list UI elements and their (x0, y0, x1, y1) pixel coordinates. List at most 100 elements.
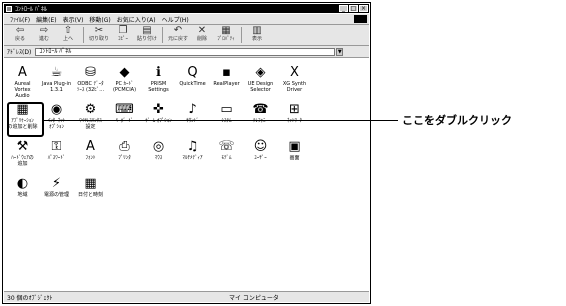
control-panel-item[interactable]: ▭ ｼｽﾃﾑ (210, 101, 243, 133)
address-field[interactable]: ｺﾝﾄﾛｰﾙ ﾊﾟﾈﾙ (35, 47, 336, 56)
users-icon: ☺ (253, 139, 268, 154)
control-panel-item-label: ﾏﾙﾁﾒﾃﾞｨｱ (182, 155, 203, 161)
control-panel-item[interactable]: ◎ ﾏｳｽ (142, 138, 175, 170)
printers-icon: ⎙ (119, 139, 130, 154)
properties-button[interactable]: ▦ ﾌﾟﾛﾊﾟﾃｨ (214, 25, 238, 45)
back-label: 戻る (14, 36, 25, 42)
control-panel-item[interactable]: ◈ UE Design Selector (244, 64, 277, 96)
control-panel-item-label: ﾏｳｽ (154, 155, 163, 161)
control-panel-item-label: ｷｰﾎﾞｰﾄﾞ (115, 118, 134, 124)
address-dropdown-button[interactable]: ▼ (336, 47, 344, 56)
control-panel-item-label: PC ｶｰﾄﾞ (PCMCIA) (112, 81, 137, 93)
copy-icon: ❐ (118, 25, 128, 36)
control-panel-item[interactable]: ⚒ ﾊｰﾄﾞｳｪｱの 追加 (6, 138, 39, 170)
control-panel-item[interactable]: ℹ PRISM Settings (142, 64, 175, 96)
properties-label: ﾌﾟﾛﾊﾟﾃｨ (217, 36, 235, 42)
power-management-icon: ⚡ (51, 176, 62, 191)
address-bar: ｱﾄﾞﾚｽ(D) ｺﾝﾄﾛｰﾙ ﾊﾟﾈﾙ ▼ (4, 46, 369, 58)
menu-file[interactable]: ﾌｧｲﾙ(F) (10, 15, 30, 24)
control-panel-item-label: Aureal Vortex Audio (14, 81, 31, 99)
xg-soft-icon: Ⅹ (290, 65, 299, 80)
control-panel-item[interactable]: ⚡ 電源の管理 (40, 175, 73, 207)
control-panel-item[interactable]: ♫ ﾏﾙﾁﾒﾃﾞｨｱ (176, 138, 209, 170)
control-panel-item-label: ﾊﾟｽﾜｰﾄﾞ (47, 155, 66, 161)
pc-card-icon: ◆ (119, 65, 130, 80)
java-cup-icon: ☕ (50, 65, 63, 80)
back-button[interactable]: ⇦ 戻る (8, 25, 32, 45)
control-panel-item-label: ﾓﾃﾞﾑ (221, 155, 232, 161)
undo-button[interactable]: ↶ 元に戻す (166, 25, 190, 45)
toolbar: ⇦ 戻る ⇨ 進む ⇧ 上へ ✂ 切り取り ❐ ｺﾋﾟｰ ▤ 貼り付け ↶ 元に戻す ✕ 削除 … (4, 25, 369, 46)
menu-help[interactable]: ヘルプ(H) (162, 15, 189, 24)
copy-button[interactable]: ❐ ｺﾋﾟｰ (111, 25, 135, 45)
properties-icon: ▦ (221, 25, 231, 36)
control-panel-item[interactable]: ⚿ ﾊﾟｽﾜｰﾄﾞ (40, 138, 73, 170)
control-panel-item[interactable]: ⚙ ﾜｲﾔﾚｽﾘﾝｸｽ 設定 (74, 101, 107, 133)
control-panel-item[interactable]: A Aureal Vortex Audio (6, 64, 39, 99)
maximize-button[interactable]: □ (349, 5, 358, 12)
paste-label: 貼り付け (136, 36, 157, 42)
display-icon: ▣ (288, 139, 301, 154)
minimize-button[interactable]: _ (339, 5, 348, 12)
control-panel-item-label: QuickTime (179, 81, 206, 87)
modem-icon: ☏ (218, 139, 235, 154)
control-panel-item-label: Java Plug-in 1.3.1 (41, 81, 72, 93)
control-panel-item[interactable]: ⛁ ODBC ﾃﾞｰﾀ ｿｰｽ (32ﾋﾞ... (74, 64, 107, 96)
title-bar[interactable]: ｺﾝﾄﾛｰﾙ ﾊﾟﾈﾙ _ □ × (4, 4, 369, 13)
control-panel-item-label: 画面 (289, 155, 300, 161)
toolbar-separator (162, 27, 163, 43)
window-title: ｺﾝﾄﾛｰﾙ ﾊﾟﾈﾙ (15, 6, 47, 13)
toolbar-separator (241, 27, 242, 43)
copy-label: ｺﾋﾟｰ (117, 36, 128, 42)
control-panel-item[interactable]: ◐ 地域 (6, 175, 39, 207)
forward-label: 進む (38, 36, 49, 42)
menu-go[interactable]: 移動(G) (89, 15, 110, 24)
control-panel-item-label: XG Synth Driver (282, 81, 307, 93)
control-panel-item-label: 日付と時刻 (77, 192, 103, 198)
control-panel-item-label: PRISM Settings (148, 81, 169, 93)
cut-label: 切り取り (88, 36, 109, 42)
menu-favorites[interactable]: お気に入り(A) (117, 15, 156, 24)
close-button[interactable]: × (359, 5, 368, 12)
sound-icon: ♪ (188, 102, 197, 117)
control-panel-item[interactable]: ▪ RealPlayer (210, 64, 243, 96)
control-panel-item[interactable]: ⎙ ﾌﾟﾘﾝﾀ (108, 138, 141, 170)
control-panel-item[interactable]: ☎ ﾃﾚﾌｫﾆｰ (244, 101, 277, 133)
regional-globe-icon: ◐ (16, 176, 29, 191)
paste-button[interactable]: ▤ 貼り付け (135, 25, 159, 45)
system-monitor-icon: ▭ (220, 102, 233, 117)
control-panel-item[interactable]: ☏ ﾓﾃﾞﾑ (210, 138, 243, 170)
menu-edit[interactable]: 編集(E) (36, 15, 56, 24)
views-icon: ▥ (252, 25, 262, 36)
up-folder-icon: ⇧ (63, 25, 73, 36)
control-panel-item[interactable]: ✜ ｹﾞｰﾑ ｵﾌﾟｼｮﾝ (142, 101, 175, 133)
control-panel-window: ｺﾝﾄﾛｰﾙ ﾊﾟﾈﾙ _ □ × ﾌｧｲﾙ(F) 編集(E) 表示(V) 移動… (2, 2, 371, 304)
control-panel-item[interactable]: ◆ PC ｶｰﾄﾞ (PCMCIA) (108, 64, 141, 96)
control-panel-item[interactable]: A ﾌｫﾝﾄ (74, 138, 107, 170)
control-panel-item[interactable]: ☺ ﾕｰｻﾞｰ (244, 138, 277, 170)
control-panel-item[interactable]: ⊞ ﾈｯﾄﾜｰｸ (278, 101, 311, 133)
control-panel-item-label: ﾌﾟﾘﾝﾀ (118, 155, 131, 161)
mouse-icon: ◎ (152, 139, 165, 154)
control-panel-item[interactable]: ◉ ｲﾝﾀｰﾈｯﾄ ｵﾌﾟｼｮﾝ (40, 101, 73, 133)
control-panel-item[interactable]: ♪ ｻｳﾝﾄﾞ (176, 101, 209, 133)
forward-arrow-icon: ⇨ (39, 25, 49, 36)
control-panel-item[interactable]: ☕ Java Plug-in 1.3.1 (40, 64, 73, 96)
up-button[interactable]: ⇧ 上へ (56, 25, 80, 45)
views-button[interactable]: ▥ 表示 (245, 25, 269, 45)
cut-button[interactable]: ✂ 切り取り (87, 25, 111, 45)
windows-logo-icon (354, 15, 367, 23)
control-panel-item-label: ﾌｫﾝﾄ (85, 155, 96, 161)
control-panel-item[interactable]: ▦ 日付と時刻 (74, 175, 107, 207)
forward-button[interactable]: ⇨ 進む (32, 25, 56, 45)
control-panel-item[interactable]: Ⅹ XG Synth Driver (278, 64, 311, 96)
control-panel-item[interactable]: Q QuickTime (176, 64, 209, 96)
menu-view[interactable]: 表示(V) (63, 15, 84, 24)
control-panel-item[interactable]: ▣ 画面 (278, 138, 311, 170)
date-time-icon: ▦ (84, 176, 97, 191)
quicktime-icon: Q (187, 65, 198, 80)
delete-button[interactable]: ✕ 削除 (190, 25, 214, 45)
control-panel-item[interactable]: ⌨ ｷｰﾎﾞｰﾄﾞ (108, 101, 141, 133)
add-hardware-icon: ⚒ (16, 139, 29, 154)
aureal-a-icon: A (18, 65, 27, 80)
